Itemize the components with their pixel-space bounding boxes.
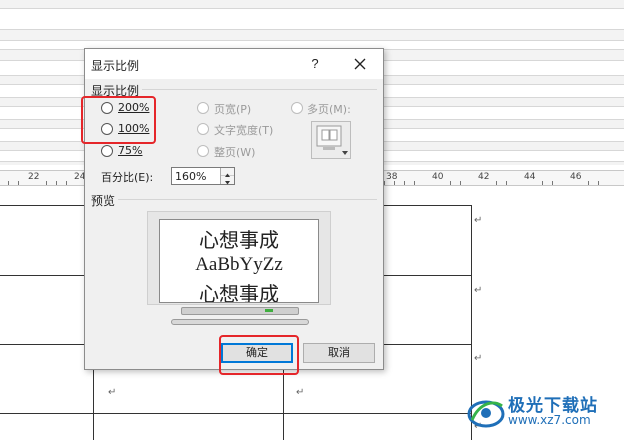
- dialog-title: 显示比例: [91, 59, 140, 73]
- dialog-titlebar[interactable]: 显示比例 ?: [85, 49, 383, 79]
- ruler-label: 42: [478, 172, 490, 182]
- many-pages-radio[interactable]: [291, 102, 303, 114]
- preview-text-line: 心想事成: [199, 228, 279, 252]
- arrow-down-icon: [225, 181, 230, 185]
- help-button[interactable]: ?: [303, 54, 327, 74]
- spinner-down-button[interactable]: [221, 176, 234, 185]
- close-button[interactable]: [347, 53, 373, 75]
- percent-spinner[interactable]: [171, 167, 235, 185]
- ruler-label: 44: [524, 172, 536, 182]
- text-width-radio[interactable]: [197, 123, 209, 135]
- paragraph-mark: ↵: [474, 353, 483, 364]
- paragraph-mark: ↵: [474, 285, 483, 296]
- group-divider: [91, 199, 377, 200]
- ruler-label: 40: [432, 172, 444, 182]
- zoom-75-radio[interactable]: [101, 145, 113, 157]
- watermark-logo-icon: [467, 400, 505, 428]
- paragraph-mark: ↵: [296, 387, 305, 398]
- percent-label: 百分比(E):: [101, 171, 154, 184]
- text-width-label[interactable]: 文字宽度(T): [214, 122, 273, 138]
- preview-group-label: 预览: [91, 192, 119, 209]
- watermark: 极光下载站 www.xz7.com: [466, 390, 622, 434]
- monitor-led: [265, 309, 273, 312]
- spinner-arrows[interactable]: [220, 168, 234, 185]
- paragraph-mark: ↵: [108, 387, 117, 398]
- ruler-label: 22: [28, 172, 40, 182]
- monitor-base: [171, 319, 309, 325]
- preview-text-line: AaBbYyZz: [195, 254, 283, 275]
- percent-input[interactable]: [172, 168, 220, 184]
- whole-page-radio[interactable]: [197, 145, 209, 157]
- monitor-pages-icon: [316, 125, 348, 155]
- watermark-url: www.xz7.com: [508, 413, 591, 427]
- spinner-up-button[interactable]: [221, 168, 234, 177]
- highlight-box-ok: [219, 335, 299, 375]
- ruler-label: 38: [386, 172, 398, 182]
- zoom-75-label[interactable]: 75%: [118, 144, 142, 157]
- cancel-button[interactable]: 取消: [303, 343, 375, 363]
- highlight-box-zoom-options: [81, 96, 156, 144]
- page-width-label[interactable]: 页宽(P): [214, 101, 251, 117]
- paragraph-mark: ↵: [474, 215, 483, 226]
- preview-screen: 心想事成 AaBbYyZz 心想事成: [159, 219, 319, 303]
- close-icon: [354, 58, 366, 70]
- whole-page-label[interactable]: 整页(W): [214, 144, 255, 160]
- ruler-label: 46: [570, 172, 582, 182]
- preview-text-line: 心想事成: [199, 282, 279, 303]
- monitor-stand: [181, 307, 299, 315]
- many-pages-label[interactable]: 多页(M):: [307, 101, 351, 117]
- many-pages-picker-button[interactable]: [311, 121, 351, 159]
- table-border: [0, 413, 472, 414]
- page-width-radio[interactable]: [197, 102, 209, 114]
- toolbar-strip: [0, 8, 624, 30]
